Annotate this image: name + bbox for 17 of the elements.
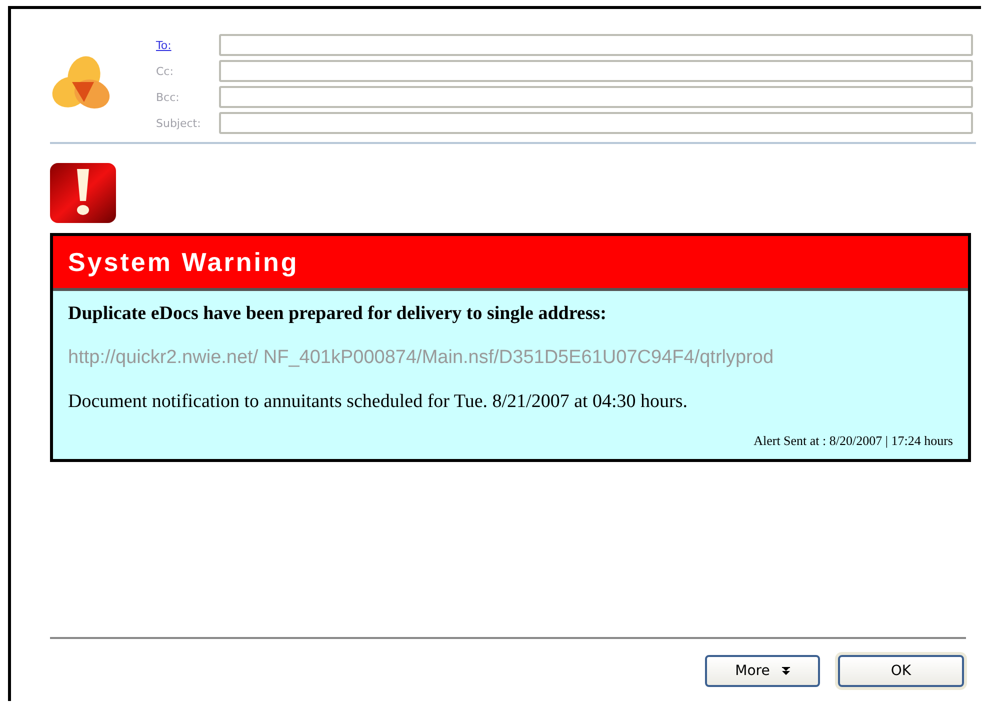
alert-heading: Duplicate eDocs have been prepared for delivery to single address: <box>68 303 608 325</box>
field-label: Cc: <box>156 64 174 78</box>
field-label: Bcc: <box>156 90 180 104</box>
alert-timestamp: Alert Sent at : 8/20/2007 | 17:24 hours <box>752 433 953 449</box>
alert-message: Document notification to annuitants scheduled for Tue. 8/21/2007 at 04:30 hours. <box>68 391 689 413</box>
ok-button[interactable]: OK <box>838 655 964 687</box>
input-field[interactable] <box>219 86 973 108</box>
field-label-link[interactable]: To: <box>156 38 219 52</box>
alert-title: System Warning <box>68 246 299 278</box>
address-text: http://quickr2.nwie.net/ NF_401kP000874/Main.nsf/D351D5E61U07C94F4/qtrlyprod <box>68 347 775 369</box>
field-label: Subject: <box>156 116 202 130</box>
double-caret-icon <box>782 666 790 676</box>
exclamation-icon <box>50 163 116 223</box>
more-button[interactable]: More <box>705 655 820 687</box>
input-field[interactable] <box>219 34 973 56</box>
input-field[interactable] <box>219 112 973 134</box>
input-field[interactable] <box>219 60 973 82</box>
